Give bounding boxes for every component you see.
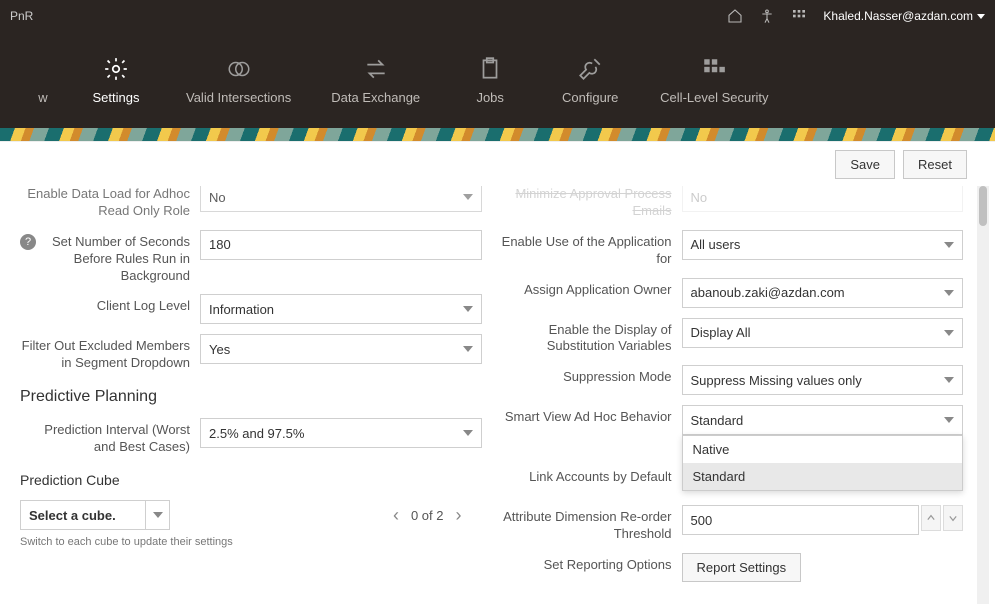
chevron-down-icon <box>153 512 163 518</box>
section-predictive-planning: Predictive Planning <box>20 388 482 406</box>
spinner-up[interactable] <box>921 505 941 531</box>
user-email: Khaled.Nasser@azdan.com <box>823 9 973 23</box>
home-icon[interactable] <box>727 8 743 24</box>
pager-text: 0 of 2 <box>411 508 444 523</box>
decorative-strip <box>0 128 995 142</box>
chevron-down-icon <box>944 330 954 336</box>
attr-threshold-input[interactable]: 500 <box>682 505 920 535</box>
app-owner-select[interactable]: abanoub.zaki@azdan.com <box>682 278 964 308</box>
app-owner-label: Assign Application Owner <box>502 278 682 299</box>
smartview-label: Smart View Ad Hoc Behavior <box>502 405 682 426</box>
subst-vars-select[interactable]: Display All <box>682 318 964 348</box>
content-area: Save Reset Enable Data Load for Adhoc Re… <box>0 142 995 608</box>
nav-item-jobs[interactable]: Jobs <box>440 56 540 105</box>
suppression-mode-select[interactable]: Suppress Missing values only <box>682 365 964 395</box>
reset-button[interactable]: Reset <box>903 150 967 179</box>
adhoc-load-select[interactable]: No <box>200 186 482 212</box>
exchange-arrows-icon <box>363 56 389 82</box>
seconds-input[interactable]: 180 <box>200 230 482 260</box>
app-context-fragment: PnR <box>10 9 33 23</box>
chevron-down-icon <box>463 306 473 312</box>
prediction-interval-select[interactable]: 2.5% and 97.5% <box>200 418 482 448</box>
minimize-emails-label: Minimize Approval Process Emails <box>502 186 682 220</box>
wrench-icon <box>577 56 603 82</box>
pager-prev[interactable]: ‹ <box>393 506 399 524</box>
cell-grid-icon <box>701 56 727 82</box>
attr-threshold-label: Attribute Dimension Re-order Threshold <box>502 505 682 543</box>
chevron-down-icon <box>463 194 473 200</box>
enable-use-select[interactable]: All users <box>682 230 964 260</box>
top-bar: PnR Khaled.Nasser@azdan.com <box>0 0 995 32</box>
gear-icon <box>103 56 129 82</box>
user-menu[interactable]: Khaled.Nasser@azdan.com <box>823 9 985 23</box>
chevron-down-icon <box>463 430 473 436</box>
smartview-option-native[interactable]: Native <box>683 436 963 463</box>
nav-item-configure[interactable]: Configure <box>540 56 640 105</box>
blank-icon <box>30 56 56 82</box>
scrollbar-thumb[interactable] <box>979 186 987 226</box>
clipboard-icon <box>477 56 503 82</box>
spinner-down[interactable] <box>943 505 963 531</box>
section-prediction-cube: Prediction Cube <box>20 472 482 488</box>
accessibility-icon[interactable] <box>759 8 775 24</box>
adhoc-load-label: Enable Data Load for Adhoc Read Only Rol… <box>20 186 200 220</box>
cube-pager: ‹ 0 of 2 › <box>393 506 462 524</box>
main-nav: w Settings Valid Intersections Data Exch… <box>0 32 995 128</box>
chevron-down-icon <box>977 14 985 19</box>
save-button[interactable]: Save <box>835 150 895 179</box>
chevron-down-icon <box>463 346 473 352</box>
link-accounts-label: Link Accounts by Default <box>502 465 682 486</box>
smartview-option-standard[interactable]: Standard <box>683 463 963 490</box>
report-settings-button[interactable]: Report Settings <box>682 553 802 582</box>
action-bar: Save Reset <box>835 150 967 179</box>
vertical-scrollbar[interactable] <box>977 186 989 604</box>
subst-vars-label: Enable the Display of Substitution Varia… <box>502 318 682 356</box>
chevron-down-icon <box>944 242 954 248</box>
top-bar-right: Khaled.Nasser@azdan.com <box>727 8 985 24</box>
chevron-down-icon <box>944 417 954 423</box>
chevron-down-icon <box>944 377 954 383</box>
smartview-select[interactable]: Standard <box>682 405 964 435</box>
nav-item-data-exchange[interactable]: Data Exchange <box>311 56 440 105</box>
reporting-options-label: Set Reporting Options <box>502 553 682 574</box>
cube-select[interactable]: Select a cube. <box>20 500 170 530</box>
nav-item-valid-intersections[interactable]: Valid Intersections <box>166 56 311 105</box>
nav-item-cell-security[interactable]: Cell-Level Security <box>640 56 788 105</box>
cube-select-value: Select a cube. <box>21 508 145 523</box>
help-icon[interactable]: ? <box>20 234 36 250</box>
right-column: Minimize Approval Process Emails No Enab… <box>502 186 964 593</box>
filter-excluded-label: Filter Out Excluded Members in Segment D… <box>20 334 200 372</box>
settings-form: Enable Data Load for Adhoc Read Only Rol… <box>0 186 973 608</box>
left-column: Enable Data Load for Adhoc Read Only Rol… <box>20 186 482 593</box>
prediction-interval-label: Prediction Interval (Worst and Best Case… <box>20 418 200 456</box>
nav-item-settings[interactable]: Settings <box>66 56 166 105</box>
seconds-label: ? Set Number of Seconds Before Rules Run… <box>20 230 200 285</box>
chevron-down-icon <box>944 290 954 296</box>
log-level-select[interactable]: Information <box>200 294 482 324</box>
apps-grid-icon[interactable] <box>791 8 807 24</box>
smartview-dropdown: Native Standard <box>682 435 964 491</box>
enable-use-label: Enable Use of the Application for <box>502 230 682 268</box>
nav-item-overview[interactable]: w <box>20 56 66 105</box>
cube-switch-hint: Switch to each cube to update their sett… <box>20 536 482 548</box>
pager-next[interactable]: › <box>456 506 462 524</box>
venn-icon <box>226 56 252 82</box>
minimize-emails-select[interactable]: No <box>682 186 964 212</box>
cube-select-toggle[interactable] <box>145 501 169 529</box>
suppression-mode-label: Suppression Mode <box>502 365 682 386</box>
log-level-label: Client Log Level <box>20 294 200 315</box>
filter-excluded-select[interactable]: Yes <box>200 334 482 364</box>
